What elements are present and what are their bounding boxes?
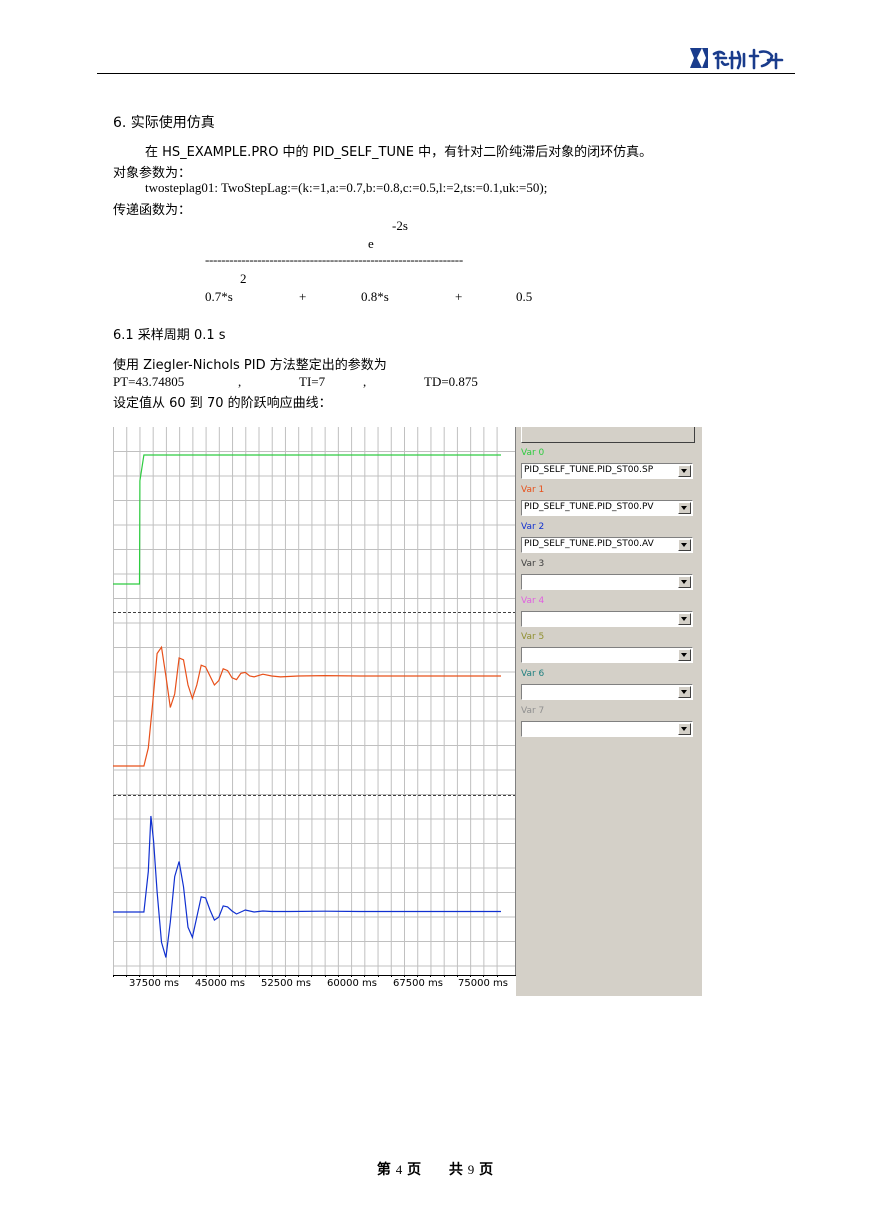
- x-tick-label: 60000 ms: [327, 978, 377, 989]
- var1-value: PID_SELF_TUNE.PID_ST00.PV: [524, 502, 654, 512]
- var2-value: PID_SELF_TUNE.PID_ST00.AV: [524, 539, 654, 549]
- var2-label: Var 2: [521, 522, 545, 532]
- chevron-down-icon[interactable]: [678, 576, 691, 588]
- var4-label: Var 4: [521, 596, 545, 606]
- page-footer: 第 4 页 共 9 页: [0, 1159, 870, 1179]
- page-number: 4: [395, 1162, 403, 1177]
- formula-term1: 0.7*s: [205, 289, 233, 304]
- param-sep1: ,: [238, 374, 242, 389]
- series-line-var2: [113, 815, 501, 958]
- total-label: 共: [448, 1162, 463, 1178]
- formula-plus1: +: [299, 289, 307, 304]
- var1-label: Var 1: [521, 485, 545, 495]
- params-label: 对象参数为：: [113, 166, 192, 181]
- var7-select[interactable]: [521, 721, 693, 737]
- chevron-down-icon[interactable]: [678, 539, 691, 551]
- x-tick-label: 52500 ms: [261, 978, 311, 989]
- intro-text: 在 HS_EXAMPLE.PRO 中的 PID_SELF_TUNE 中，有针对二…: [145, 145, 653, 160]
- param-td: TD=0.875: [424, 374, 478, 389]
- var2-select[interactable]: PID_SELF_TUNE.PID_ST00.AV: [521, 537, 693, 553]
- var1-select[interactable]: PID_SELF_TUNE.PID_ST00.PV: [521, 500, 693, 516]
- series-line-var1: [113, 645, 501, 767]
- var6-label: Var 6: [521, 669, 545, 679]
- var0-label: Var 0: [521, 448, 545, 458]
- params-code: twosteplag01: TwoStepLag:=(k:=1,a:=0.7,b…: [145, 180, 548, 195]
- total-unit: 页: [479, 1162, 494, 1178]
- page-label: 第: [376, 1162, 391, 1178]
- x-axis-line: [113, 975, 516, 976]
- var5-select[interactable]: [521, 647, 693, 663]
- formula-plus2: +: [455, 289, 463, 304]
- x-tick-label: 37500 ms: [129, 978, 179, 989]
- trend-panel: 37500 ms 45000 ms 52500 ms 60000 ms 6750…: [113, 427, 702, 996]
- formula-square: 2: [240, 271, 247, 286]
- section-heading: 6. 实际使用仿真: [113, 115, 215, 131]
- subsection-heading: 6.1 采样周期 0.1 s: [113, 328, 226, 343]
- logo-mark: [690, 48, 708, 68]
- x-tick-label: 75000 ms: [458, 978, 508, 989]
- formula-numerator: e: [368, 236, 374, 251]
- var5-label: Var 5: [521, 632, 545, 642]
- var7-label: Var 7: [521, 706, 545, 716]
- series-line-var0: [113, 454, 501, 585]
- x-tick-label: 67500 ms: [393, 978, 443, 989]
- trend-plot[interactable]: [113, 427, 516, 975]
- param-sep2: ,: [363, 374, 367, 389]
- formula-term2: 0.8*s: [361, 289, 389, 304]
- chevron-down-icon[interactable]: [678, 613, 691, 625]
- var3-label: Var 3: [521, 559, 545, 569]
- formula-fraction-line: ----------------------------------------…: [205, 252, 463, 267]
- var3-select[interactable]: [521, 574, 693, 590]
- header-rule: [97, 73, 795, 74]
- var6-select[interactable]: [521, 684, 693, 700]
- transfer-label: 传递函数为：: [113, 203, 192, 218]
- var4-select[interactable]: [521, 611, 693, 627]
- method-text: 使用 Ziegler-Nichols PID 方法整定出的参数为: [113, 358, 387, 373]
- x-tick-label: 45000 ms: [195, 978, 245, 989]
- var0-value: PID_SELF_TUNE.PID_ST00.SP: [524, 465, 654, 475]
- param-ti: TI=7: [299, 374, 326, 389]
- formula-term3: 0.5: [516, 289, 533, 304]
- page-unit: 页: [407, 1162, 422, 1178]
- formula-exponent: -2s: [392, 218, 408, 233]
- param-pt: PT=43.74805: [113, 374, 185, 389]
- chevron-down-icon[interactable]: [678, 502, 691, 514]
- chevron-down-icon[interactable]: [678, 465, 691, 477]
- chevron-down-icon[interactable]: [678, 723, 691, 735]
- curve-label: 设定值从 60 到 70 的阶跃响应曲线：: [113, 396, 332, 411]
- chevron-down-icon[interactable]: [678, 686, 691, 698]
- chevron-down-icon[interactable]: [678, 649, 691, 661]
- company-logo: [690, 48, 784, 70]
- logo-script: [712, 48, 784, 70]
- panel-top-box: [521, 427, 695, 443]
- total-pages: 9: [467, 1162, 475, 1177]
- var0-select[interactable]: PID_SELF_TUNE.PID_ST00.SP: [521, 463, 693, 479]
